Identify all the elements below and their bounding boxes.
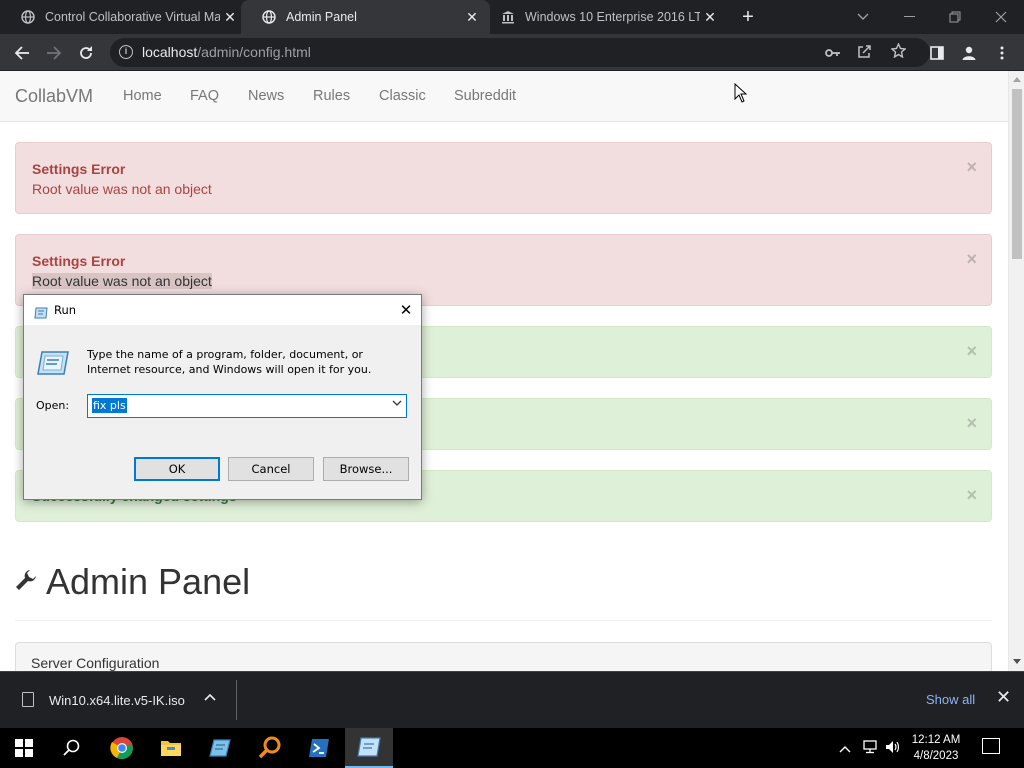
notification-icon[interactable] xyxy=(982,738,1000,754)
alert-title: Settings Error xyxy=(32,253,126,269)
tab-close-icon[interactable]: ✕ xyxy=(700,9,720,26)
globe-icon xyxy=(21,10,35,24)
scroll-down-icon[interactable] xyxy=(1013,659,1021,664)
clock-time: 12:12 AM xyxy=(911,734,961,746)
tab-windows-10[interactable]: Windows 10 Enterprise 2016 LTSB ✕ xyxy=(480,0,728,34)
tab-close-icon[interactable]: ✕ xyxy=(462,9,482,26)
chevron-up-icon[interactable] xyxy=(204,689,216,704)
run-icon xyxy=(34,304,48,323)
browse-button[interactable]: Browse... xyxy=(323,457,409,481)
download-shelf: Win10.x64.lite.v5-IK.iso Show all ✕ xyxy=(0,671,1024,728)
cancel-button[interactable]: Cancel xyxy=(228,457,314,481)
url-host: localhost xyxy=(142,44,198,60)
nav-rules[interactable]: Rules xyxy=(313,88,350,104)
tab-strip: Control Collaborative Virtual Mac ✕ Admi… xyxy=(0,0,1024,34)
open-label: Open: xyxy=(36,399,70,412)
tab-search-icon[interactable] xyxy=(840,0,886,34)
bank-icon xyxy=(501,10,515,24)
restore-button[interactable] xyxy=(932,0,978,34)
file-icon xyxy=(22,692,34,707)
ok-button[interactable]: OK xyxy=(134,457,220,481)
magnifier-icon[interactable] xyxy=(246,728,294,768)
open-combobox[interactable]: fix pls xyxy=(87,394,407,418)
side-panel-icon[interactable] xyxy=(924,40,950,66)
page-title: Admin Panel xyxy=(46,561,251,602)
share-icon[interactable] xyxy=(855,43,875,63)
tab-collabvm[interactable]: Control Collaborative Virtual Mac ✕ xyxy=(0,0,248,34)
url-path: /admin/config.html xyxy=(197,44,311,60)
alert-message: Root value was not an object xyxy=(32,181,212,197)
dialog-titlebar[interactable]: Run ✕ xyxy=(24,295,421,325)
search-icon[interactable] xyxy=(48,728,96,768)
dialog-close-button[interactable]: ✕ xyxy=(391,295,421,325)
volume-icon[interactable] xyxy=(885,740,901,757)
open-input-value[interactable]: fix pls xyxy=(92,398,127,413)
server-config-panel: Server Configuration xyxy=(15,642,992,671)
run-dialog: Run ✕ Type the name of a program, folder… xyxy=(23,294,422,500)
run-icon[interactable] xyxy=(345,728,393,768)
dialog-description: Type the name of a program, folder, docu… xyxy=(87,348,372,376)
nav-subreddit[interactable]: Subreddit xyxy=(454,88,516,104)
alert-close-icon[interactable]: × xyxy=(966,413,977,434)
star-icon[interactable] xyxy=(888,42,908,63)
run-icon xyxy=(37,350,69,380)
dialog-title: Run xyxy=(54,303,77,317)
site-info-icon[interactable]: i xyxy=(119,45,133,59)
page-heading: Admin Panel xyxy=(15,561,250,603)
tab-admin-panel[interactable]: Admin Panel ✕ xyxy=(241,0,490,34)
forward-icon[interactable] xyxy=(41,40,67,66)
scroll-up-icon[interactable] xyxy=(1013,77,1021,82)
key-icon[interactable] xyxy=(823,43,843,63)
start-icon[interactable] xyxy=(0,728,48,768)
alert-close-icon[interactable]: × xyxy=(966,341,977,362)
show-all-link[interactable]: Show all xyxy=(926,692,975,707)
nav-news[interactable]: News xyxy=(248,88,284,104)
clock-date: 4/8/2023 xyxy=(913,750,959,762)
back-icon[interactable] xyxy=(9,40,35,66)
url-text: localhost/admin/config.html xyxy=(142,44,311,60)
alert-close-icon[interactable]: × xyxy=(966,157,977,178)
taskbar: 12:12 AM 4/8/2023 xyxy=(0,728,1024,768)
alert-close-icon[interactable]: × xyxy=(966,485,977,506)
nav-classic[interactable]: Classic xyxy=(379,88,426,104)
nav-home[interactable]: Home xyxy=(123,88,162,104)
close-window-button[interactable] xyxy=(978,0,1024,34)
powershell-icon[interactable] xyxy=(295,728,343,768)
nav-faq[interactable]: FAQ xyxy=(190,88,219,104)
reload-icon[interactable] xyxy=(73,40,99,66)
scroll-thumb[interactable] xyxy=(1012,89,1022,259)
page-scrollbar[interactable] xyxy=(1008,71,1024,671)
site-brand[interactable]: CollabVM xyxy=(15,86,93,107)
download-filename[interactable]: Win10.x64.lite.v5-IK.iso xyxy=(49,693,185,708)
chevron-down-icon[interactable] xyxy=(392,397,402,412)
wrench-icon xyxy=(15,568,39,597)
site-navbar: CollabVM Home FAQ News Rules Classic Sub… xyxy=(0,71,1008,122)
minimize-button[interactable] xyxy=(886,0,932,34)
address-bar[interactable]: i localhost/admin/config.html xyxy=(110,38,930,67)
mouse-cursor-icon xyxy=(734,82,748,108)
new-tab-button[interactable]: + xyxy=(737,6,759,28)
browser-toolbar: i localhost/admin/config.html xyxy=(0,34,1024,71)
globe-icon xyxy=(262,10,276,24)
network-icon[interactable] xyxy=(862,740,878,757)
app-icon[interactable] xyxy=(196,728,244,768)
system-clock[interactable]: 12:12 AM 4/8/2023 xyxy=(904,732,968,764)
alert-message: Root value was not an object xyxy=(32,273,212,289)
chrome-icon[interactable] xyxy=(98,728,146,768)
panel-title: Server Configuration xyxy=(31,655,160,671)
shelf-close-icon[interactable]: ✕ xyxy=(996,687,1011,708)
chevron-up-icon[interactable] xyxy=(839,741,851,756)
tab-title: Control Collaborative Virtual Mac xyxy=(45,10,220,24)
profile-icon[interactable] xyxy=(956,40,982,66)
divider xyxy=(15,620,992,621)
divider xyxy=(236,680,237,720)
file-explorer-icon[interactable] xyxy=(147,728,195,768)
tab-title: Windows 10 Enterprise 2016 LTSB xyxy=(525,10,700,24)
error-alert: Settings Error Root value was not an obj… xyxy=(15,142,992,214)
tab-title: Admin Panel xyxy=(286,10,357,24)
alert-title: Settings Error xyxy=(32,161,126,177)
alert-close-icon[interactable]: × xyxy=(966,249,977,270)
tab-close-icon[interactable]: ✕ xyxy=(220,9,240,26)
menu-icon[interactable] xyxy=(989,40,1015,66)
